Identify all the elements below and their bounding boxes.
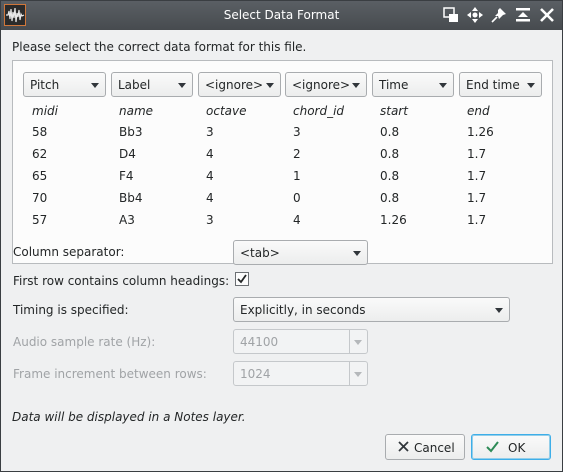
table-cell: 1.7 [467, 191, 487, 205]
chevron-down-icon [354, 372, 362, 377]
table-cell: 0.8 [380, 147, 400, 161]
prompt-text: Please select the correct data format fo… [12, 40, 307, 54]
column-header: chord_id [293, 104, 345, 118]
first-row-headings-label: First row contains column headings: [13, 274, 230, 288]
first-row-headings-checkbox[interactable] [235, 272, 249, 286]
column-header: midi [32, 104, 58, 118]
table-cell: 1.7 [467, 147, 487, 161]
sample-rate-combo[interactable]: 44100 [233, 329, 368, 354]
table-cell: 3 [206, 213, 214, 227]
table-cell: 0 [293, 191, 301, 205]
dialog-content: Please select the correct data format fo… [1, 30, 562, 471]
table-cell: 4 [293, 213, 301, 227]
column-role-select-1[interactable]: Pitch [23, 72, 106, 97]
ok-button-label: OK [508, 441, 526, 455]
table-cell: 0.8 [380, 125, 400, 139]
close-icon[interactable] [538, 6, 556, 24]
chevron-down-icon [527, 83, 535, 88]
cancel-button-label: Cancel [414, 441, 455, 455]
table-cell: 1.26 [380, 213, 407, 227]
preview-table: Pitch Label <ignore> <ignore> Time End t… [12, 60, 553, 264]
table-cell: F4 [119, 169, 134, 183]
column-role-value: End time [466, 78, 520, 92]
chevron-down-icon [352, 83, 360, 88]
column-header: octave [206, 104, 247, 118]
table-cell: 65 [32, 169, 48, 183]
chevron-down-icon [439, 83, 447, 88]
column-role-value: <ignore> [292, 78, 351, 92]
shade-icon[interactable] [514, 6, 532, 24]
window-layout-icon[interactable] [442, 6, 460, 24]
frame-increment-label: Frame increment between rows: [13, 367, 207, 381]
frame-increment-value: 1024 [240, 367, 271, 381]
table-cell: 4 [206, 147, 214, 161]
column-role-select-5[interactable]: Time [372, 72, 454, 97]
timing-value: Explicitly, in seconds [240, 303, 366, 317]
table-cell: 62 [32, 147, 48, 161]
column-role-value: Pitch [30, 78, 60, 92]
table-cell: 0.8 [380, 191, 400, 205]
sample-rate-label: Audio sample rate (Hz): [13, 335, 156, 349]
table-cell: Bb3 [119, 125, 143, 139]
column-role-select-2[interactable]: Label [111, 72, 193, 97]
column-role-select-6[interactable]: End time [459, 72, 542, 97]
table-cell: 3 [206, 125, 214, 139]
table-cell: 58 [32, 125, 48, 139]
column-separator-label: Column separator: [13, 245, 125, 259]
dialog-window: Select Data Format Please select the cor… [0, 0, 563, 472]
table-cell: 1.7 [467, 169, 487, 183]
sample-rate-dropdown[interactable] [349, 330, 367, 353]
sample-rate-value: 44100 [240, 335, 279, 349]
cancel-x-icon [398, 441, 409, 452]
title-bar-buttons [442, 6, 556, 24]
layer-note: Data will be displayed in a Notes layer. [12, 410, 246, 424]
timing-select[interactable]: Explicitly, in seconds [233, 297, 510, 322]
chevron-down-icon [495, 308, 503, 313]
table-cell: Bb4 [119, 191, 143, 205]
title-bar[interactable]: Select Data Format [1, 1, 562, 30]
table-cell: 1.26 [467, 125, 494, 139]
frame-increment-dropdown[interactable] [349, 362, 367, 385]
table-cell: 70 [32, 191, 48, 205]
column-separator-select[interactable]: <tab> [233, 240, 368, 265]
column-role-select-3[interactable]: <ignore> [198, 72, 281, 97]
column-role-value: Label [118, 78, 151, 92]
column-role-value: <ignore> [205, 78, 264, 92]
column-header: name [119, 104, 154, 118]
move-icon[interactable] [466, 6, 484, 24]
table-cell: 57 [32, 213, 48, 227]
timing-label: Timing is specified: [13, 303, 129, 317]
ok-check-icon [486, 441, 499, 453]
column-role-value: Time [379, 78, 409, 92]
table-cell: D4 [119, 147, 136, 161]
column-separator-value: <tab> [240, 246, 280, 260]
table-cell: 4 [206, 169, 214, 183]
table-cell: 1.7 [467, 213, 487, 227]
ok-button[interactable]: OK [471, 434, 551, 460]
cancel-button[interactable]: Cancel [385, 434, 465, 460]
table-cell: 2 [293, 147, 301, 161]
column-header: start [380, 104, 408, 118]
chevron-down-icon [353, 251, 361, 256]
chevron-down-icon [178, 83, 186, 88]
chevron-down-icon [91, 83, 99, 88]
chevron-down-icon [266, 83, 274, 88]
table-cell: A3 [119, 213, 135, 227]
checkmark-icon [237, 274, 247, 284]
table-cell: 4 [206, 191, 214, 205]
table-cell: 1 [293, 169, 301, 183]
table-cell: 3 [293, 125, 301, 139]
chevron-down-icon [354, 340, 362, 345]
table-cell: 0.8 [380, 169, 400, 183]
pin-icon[interactable] [490, 6, 508, 24]
column-header: end [467, 104, 490, 118]
column-role-select-4[interactable]: <ignore> [285, 72, 367, 97]
frame-increment-combo[interactable]: 1024 [233, 361, 368, 386]
